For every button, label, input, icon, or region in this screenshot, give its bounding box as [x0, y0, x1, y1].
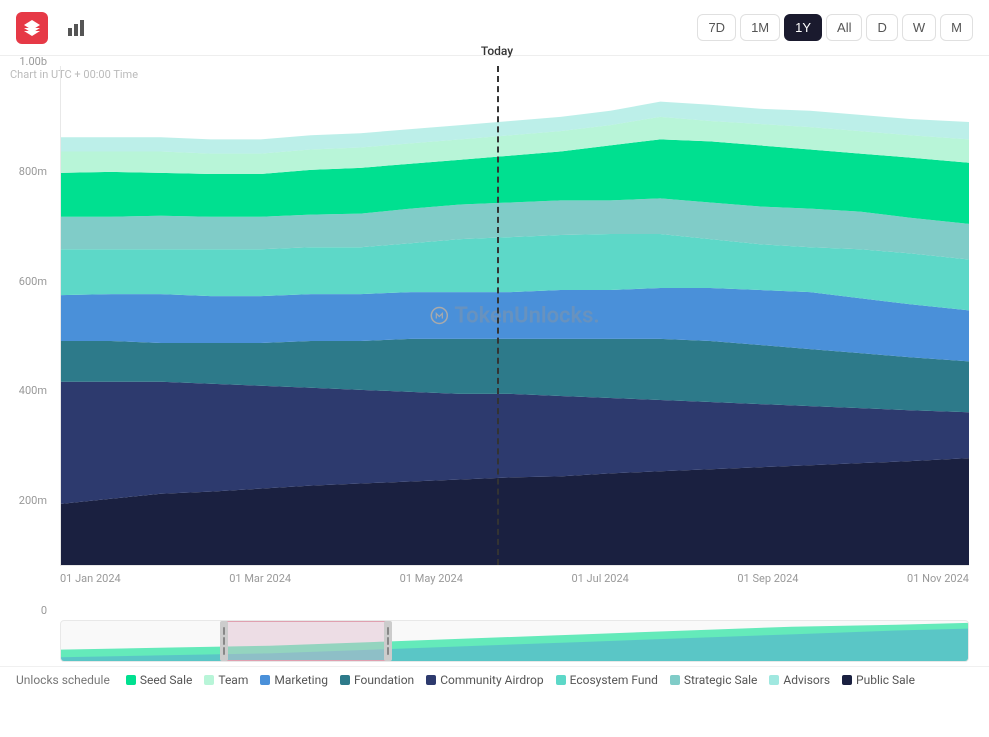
chart-area: Today TokenUnlocks.	[60, 66, 969, 566]
legend-label-marketing: Marketing	[274, 673, 328, 687]
y-label-0: 0	[0, 605, 55, 616]
mini-handle-left[interactable]	[220, 621, 228, 661]
header-left	[16, 12, 92, 44]
legend-label-advisors: Advisors	[783, 673, 830, 687]
legend-dot-ecosystem-fund	[556, 675, 566, 685]
legend-label-seed-sale: Seed Sale	[140, 673, 193, 687]
logo-icon	[16, 12, 48, 44]
handle-lines-left	[223, 627, 225, 655]
handle-lines-right	[387, 627, 389, 655]
stacked-chart	[61, 66, 969, 565]
legend-item-public-sale: Public Sale	[842, 673, 915, 687]
legend-dot-strategic-sale	[670, 675, 680, 685]
legend-item-ecosystem-fund: Ecosystem Fund	[556, 673, 658, 687]
today-label: Today	[481, 44, 513, 58]
legend-label-team: Team	[218, 673, 248, 687]
btn-7d[interactable]: 7D	[697, 14, 736, 41]
y-label-200m: 200m	[0, 495, 55, 506]
btn-all[interactable]: All	[826, 14, 862, 41]
mini-chart-svg	[61, 621, 968, 661]
btn-w[interactable]: W	[902, 14, 936, 41]
y-label-400m: 400m	[0, 385, 55, 396]
btn-m[interactable]: M	[940, 14, 973, 41]
x-label-jul: 01 Jul 2024	[571, 572, 628, 585]
legend-dot-foundation	[340, 675, 350, 685]
legend: Unlocks schedule Seed Sale Team Marketin…	[0, 666, 989, 693]
x-label-may: 01 May 2024	[400, 572, 463, 585]
mini-chart-container	[0, 616, 989, 666]
mini-handle-right[interactable]	[384, 621, 392, 661]
legend-item-team: Team	[204, 673, 248, 687]
legend-item-community-airdrop: Community Airdrop	[426, 673, 543, 687]
y-label-800m: 800m	[0, 166, 55, 177]
x-label-mar: 01 Mar 2024	[229, 572, 291, 585]
legend-label-foundation: Foundation	[354, 673, 414, 687]
legend-label-public-sale: Public Sale	[856, 673, 915, 687]
chart-container: Chart in UTC + 00:00 Time 0 200m 400m 60…	[0, 56, 989, 616]
legend-item-strategic-sale: Strategic Sale	[670, 673, 758, 687]
y-label-1b: 1.00b	[0, 56, 55, 67]
legend-label-community-airdrop: Community Airdrop	[440, 673, 543, 687]
x-axis: 01 Jan 2024 01 Mar 2024 01 May 2024 01 J…	[60, 566, 969, 585]
legend-label-strategic-sale: Strategic Sale	[684, 673, 758, 687]
mini-chart[interactable]	[60, 620, 969, 662]
btn-d[interactable]: D	[866, 14, 897, 41]
chart-type-icon[interactable]	[60, 12, 92, 44]
legend-item-marketing: Marketing	[260, 673, 328, 687]
mini-selection	[224, 621, 387, 661]
legend-dot-advisors	[769, 675, 779, 685]
today-line: Today	[497, 66, 499, 565]
legend-label-ecosystem-fund: Ecosystem Fund	[570, 673, 658, 687]
legend-dot-marketing	[260, 675, 270, 685]
legend-dot-seed-sale	[126, 675, 136, 685]
btn-1m[interactable]: 1M	[740, 14, 780, 41]
legend-dot-team	[204, 675, 214, 685]
legend-item-advisors: Advisors	[769, 673, 830, 687]
legend-item-seed-sale: Seed Sale	[126, 673, 193, 687]
legend-dot-community-airdrop	[426, 675, 436, 685]
y-label-600m: 600m	[0, 276, 55, 287]
legend-dot-public-sale	[842, 675, 852, 685]
x-label-sep: 01 Sep 2024	[737, 572, 798, 585]
time-controls: 7D 1M 1Y All D W M	[697, 14, 973, 41]
legend-item-foundation: Foundation	[340, 673, 414, 687]
y-axis: 0 200m 400m 600m 800m 1.00b	[0, 56, 55, 616]
x-label-nov: 01 Nov 2024	[907, 572, 969, 585]
x-label-jan: 01 Jan 2024	[60, 572, 121, 585]
legend-title: Unlocks schedule	[16, 673, 110, 687]
btn-1y[interactable]: 1Y	[784, 14, 822, 41]
